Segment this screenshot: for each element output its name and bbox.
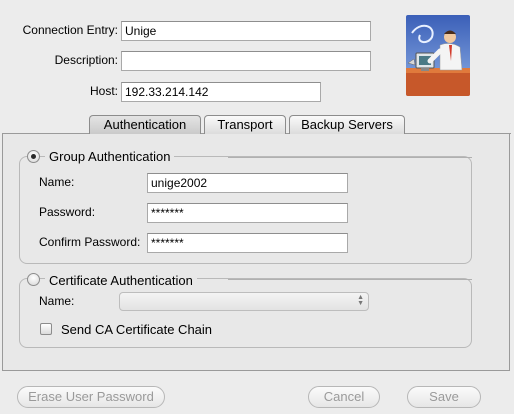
certificate-name-label: Name:: [39, 294, 75, 308]
host-field[interactable]: 192.33.214.142: [121, 82, 321, 102]
tab-transport[interactable]: Transport: [204, 115, 286, 134]
group-authentication-rule: [228, 157, 472, 158]
group-name-field[interactable]: unige2002: [147, 173, 348, 193]
cancel-button[interactable]: Cancel: [308, 386, 380, 408]
group-password-field[interactable]: *******: [147, 203, 348, 223]
save-button[interactable]: Save: [407, 386, 481, 408]
connection-entry-label: Connection Entry:: [22, 23, 118, 37]
send-ca-chain-label: Send CA Certificate Chain: [61, 322, 213, 337]
tab-backup-servers[interactable]: Backup Servers: [289, 115, 405, 134]
certificate-name-select[interactable]: ▲ ▼: [119, 292, 369, 311]
vpn-logo-icon: [406, 15, 470, 96]
up-down-arrows-icon: ▲ ▼: [357, 294, 364, 307]
description-field[interactable]: [121, 51, 371, 71]
group-authentication-radio[interactable]: [27, 150, 40, 163]
certificate-authentication-title: Certificate Authentication: [45, 273, 197, 289]
certificate-authentication-rule: [228, 279, 472, 280]
tab-authentication[interactable]: Authentication: [89, 115, 201, 135]
erase-user-password-button[interactable]: Erase User Password: [17, 386, 165, 408]
confirm-password-field[interactable]: *******: [147, 233, 348, 253]
group-password-label: Password:: [39, 205, 96, 219]
host-label: Host:: [89, 84, 118, 98]
confirm-password-label: Confirm Password:: [39, 235, 141, 249]
send-ca-chain-checkbox[interactable]: [40, 323, 52, 335]
description-label: Description:: [54, 53, 118, 67]
connection-entry-field[interactable]: Unige: [121, 21, 371, 41]
group-name-label: Name:: [39, 175, 75, 189]
group-authentication-title: Group Authentication: [45, 149, 175, 165]
certificate-authentication-radio[interactable]: [27, 273, 40, 286]
